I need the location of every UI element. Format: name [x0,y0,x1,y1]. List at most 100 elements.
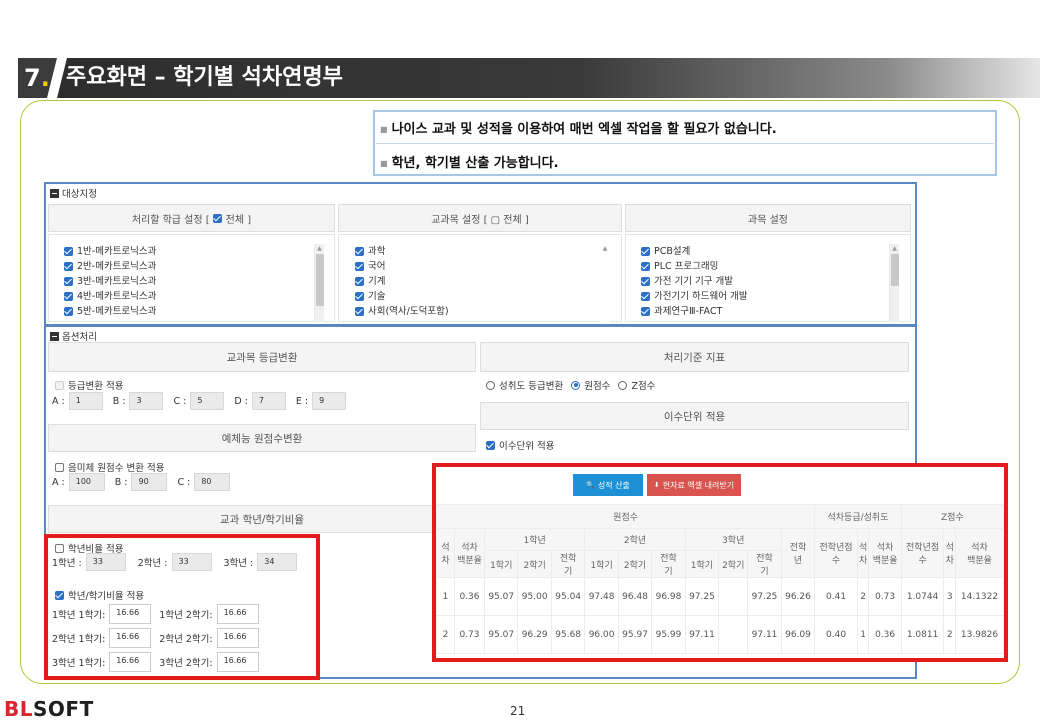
scroll-up-icon[interactable]: ▲ [890,244,899,254]
course-item-label: PLC 프로그래밍 [654,261,719,272]
criteria-options: 성취도 등급변환 원점수 Z점수 [486,378,655,392]
collapse-icon[interactable] [50,331,59,341]
course-item-checkbox[interactable] [641,262,650,271]
field-label: A : [52,476,65,488]
course-item[interactable]: PLC 프로그래밍 [641,259,747,274]
scroll-up-icon[interactable]: ▲ [600,244,610,254]
field-input[interactable]: 3 [129,392,164,410]
field-label: E : [295,395,309,407]
target-section-header[interactable]: 대상지정 [50,186,97,200]
pe-convert-header: 예체능 원점수변환 [48,424,476,452]
grade-fields: A :1 B :3 C :5 D :7 E :9 [52,392,347,410]
class-item-checkbox[interactable] [64,277,73,286]
criteria-radio[interactable] [571,380,581,390]
course-item[interactable]: 가전기기 하드웨어 개발 [641,289,747,304]
course-list-items: PCB설계 PLC 프로그래밍가전 기기 기구 개발가전기기 하드웨어 개발과제연… [641,244,747,319]
field-input[interactable]: 7 [251,392,286,410]
subject-item[interactable]: 국어 [355,259,449,274]
subject-list-items: 과학국어기계기술사회(역사/도덕포함) [355,244,449,319]
class-item-checkbox[interactable] [64,292,73,301]
subject-item-checkbox[interactable] [355,247,364,256]
pe-convert-option[interactable]: 음미체 원점수 변환 적용 [55,460,164,474]
subject-item-checkbox[interactable] [355,277,364,286]
course-item[interactable]: 과제연구Ⅲ-FACT [641,304,747,319]
field-input[interactable]: 80 [194,473,231,491]
course-item-label: 가전기기 하드웨어 개발 [654,291,748,302]
criteria-radio[interactable] [618,380,628,390]
subject-item[interactable]: 기계 [355,274,449,289]
scroll-thumb[interactable] [891,254,899,286]
subject-item[interactable]: 과학 [355,244,449,259]
course-item-checkbox[interactable] [641,247,650,256]
class-item[interactable]: 4반-메카트로닉스과 [64,289,156,304]
subject-item[interactable]: 사회(역사/도덕포함) [355,304,449,319]
class-list-items: 1반-메카트로닉스과 2반-메카트로닉스과 3반-메카트로닉스과 4반-메카트로닉스과… [64,244,156,319]
all-classes-checkbox[interactable] [212,213,222,223]
field-input[interactable]: 100 [68,473,105,491]
subject-item-checkbox[interactable] [355,292,364,301]
course-item-label: 가전 기기 기구 개발 [654,276,733,287]
class-item-checkbox[interactable] [64,262,73,271]
class-item-checkbox[interactable] [64,247,73,256]
field-label: A : [52,395,65,407]
class-item-label: 2반-메카트로닉스과 [77,261,157,272]
scroll-thumb[interactable] [316,254,324,306]
subject-setting-header: 교과목 설정 [ ▢ 전체 ] [338,204,622,232]
course-item-label: PCB설계 [654,246,691,257]
criteria-label: 원점수 [584,381,611,392]
scroll-up-icon[interactable]: ▲ [315,244,324,254]
class-item-label: 5반-메카트로닉스과 [77,306,157,317]
class-item[interactable]: 1반-메카트로닉스과 [64,244,156,259]
pe-convert-checkbox[interactable] [55,462,64,472]
field-input[interactable]: 5 [190,392,225,410]
callout-divider [376,143,994,144]
field-input[interactable]: 1 [68,392,103,410]
class-item-label: 3반-메카트로닉스과 [77,276,157,287]
options-section-header[interactable]: 옵션처리 [50,329,97,343]
field-label: C : [177,476,191,488]
subject-item[interactable]: 기술 [355,289,449,304]
callout-line-1: ■ 나이스 교과 및 성적을 이용하여 매번 엑셀 작업을 할 필요가 없습니다. [380,122,777,137]
class-list-scrollbar[interactable]: ▲ [314,244,324,322]
criteria-header: 처리기준 지표 [480,342,909,372]
class-item[interactable]: 2반-메카트로닉스과 [64,259,156,274]
grade-convert-header: 교과목 등급변환 [48,342,476,372]
subject-item-label: 국어 [368,261,386,272]
course-item-checkbox[interactable] [641,307,650,316]
subject-item-checkbox[interactable] [355,262,364,271]
course-item-label: 과제연구Ⅲ-FACT [654,306,723,317]
class-item-label: 1반-메카트로닉스과 [77,246,157,257]
grade-convert-checkbox[interactable] [55,380,64,390]
subject-list-scrollbar[interactable]: ▲ [600,244,610,322]
course-list-scrollbar[interactable]: ▲ [889,244,899,322]
class-item-label: 4반-메카트로닉스과 [77,291,157,302]
class-item-checkbox[interactable] [64,307,73,316]
field-label: B : [114,476,128,488]
field-label: C : [173,395,187,407]
credit-header: 이수단위 적용 [480,402,909,430]
criteria-label: 성취도 등급변환 [499,381,564,392]
ratio-header: 교과 학년/학기비율 [48,505,476,533]
company-logo: BLSOFT [4,697,94,721]
highlight-results-box [432,463,1008,662]
subject-item-checkbox[interactable] [355,307,364,316]
grade-convert-option[interactable]: 등급변환 적용 [55,378,123,392]
course-item-checkbox[interactable] [641,292,650,301]
credit-option[interactable]: 이수단위 적용 [486,438,554,452]
class-item[interactable]: 5반-메카트로닉스과 [64,304,156,319]
course-item-checkbox[interactable] [641,277,650,286]
field-input[interactable]: 90 [131,473,168,491]
course-item[interactable]: PCB설계 [641,244,747,259]
subject-item-label: 기계 [368,276,386,287]
class-item[interactable]: 3반-메카트로닉스과 [64,274,156,289]
page-number: 21 [510,704,526,718]
criteria-radio[interactable] [486,380,495,390]
pe-fields: A :100 B :90 C :80 [52,473,231,491]
page-title: 주요화면 – 학기별 석차연명부 [66,65,343,90]
collapse-icon[interactable] [50,188,59,198]
subject-item-label: 사회(역사/도덕포함) [368,306,449,317]
field-input[interactable]: 9 [312,392,347,410]
subject-item-label: 과학 [368,246,386,257]
credit-checkbox[interactable] [486,440,495,450]
course-item[interactable]: 가전 기기 기구 개발 [641,274,747,289]
